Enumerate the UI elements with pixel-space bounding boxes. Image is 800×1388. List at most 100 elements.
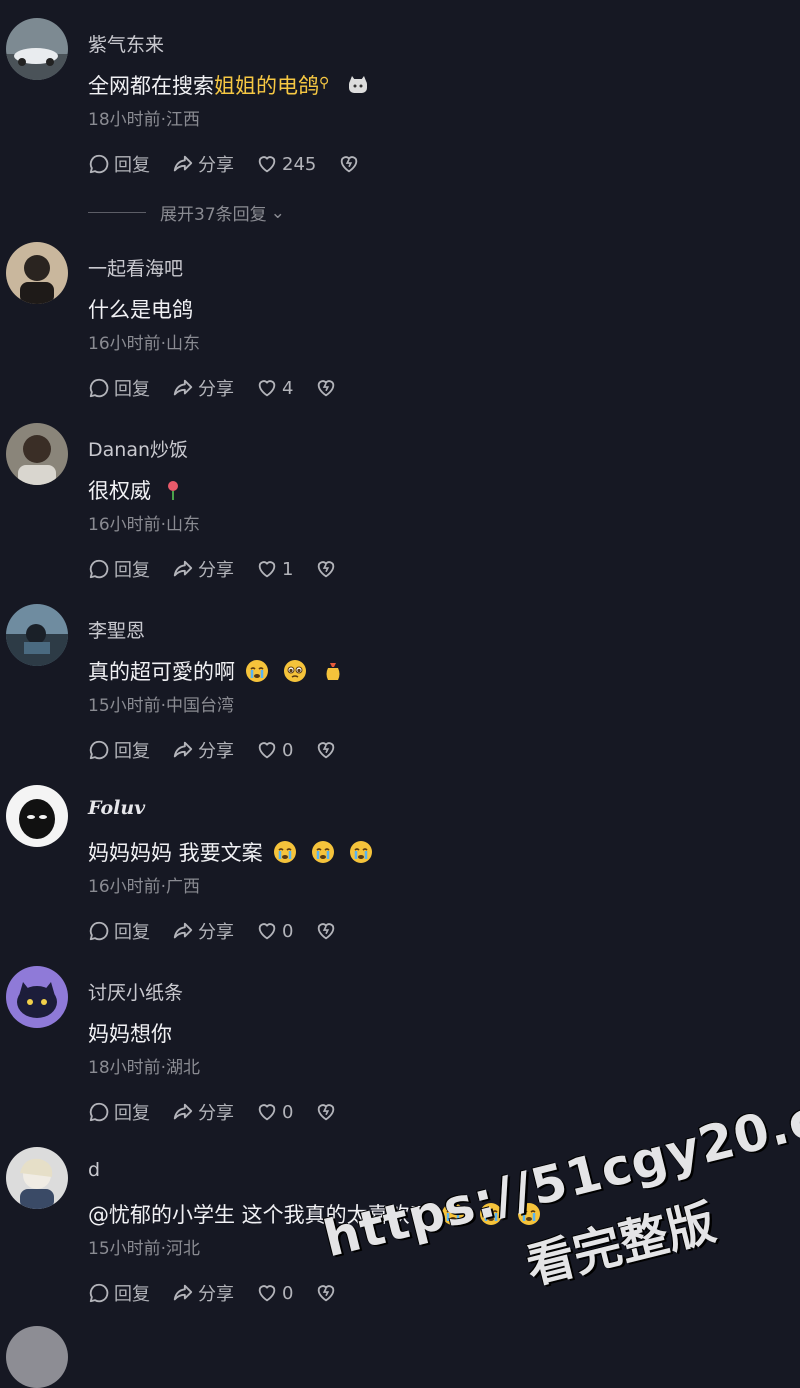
share-button[interactable]: 分享 bbox=[172, 1280, 234, 1306]
like-button[interactable]: 1 bbox=[256, 558, 293, 580]
avatar[interactable] bbox=[6, 966, 68, 1028]
reply-button[interactable]: 回复 bbox=[88, 556, 150, 582]
crying-emoji-icon bbox=[479, 1202, 503, 1226]
share-icon bbox=[172, 377, 194, 399]
comment-meta: 16小时前·山东 bbox=[88, 334, 201, 354]
comment-text: 妈妈想你 bbox=[88, 1022, 172, 1046]
share-icon bbox=[172, 920, 194, 942]
reply-icon bbox=[88, 739, 110, 761]
comment-actions: 回复 分享 1 bbox=[88, 556, 359, 582]
dislike-button[interactable] bbox=[315, 1282, 337, 1304]
broken-heart-icon bbox=[315, 1101, 337, 1123]
broken-heart-icon bbox=[315, 920, 337, 942]
username[interactable]: Foluv bbox=[88, 797, 145, 819]
rose-emoji-icon bbox=[161, 478, 185, 502]
comment-text: 很权威 bbox=[88, 475, 185, 505]
reply-button[interactable]: 回复 bbox=[88, 375, 150, 401]
comment-text: 妈妈妈妈 我要文案 bbox=[88, 837, 373, 867]
username[interactable]: 紫气东来 bbox=[88, 30, 164, 57]
watermark-caption: 看完整版 bbox=[520, 1194, 721, 1296]
broken-heart-icon bbox=[315, 739, 337, 761]
search-icon[interactable]: ⚲ bbox=[319, 75, 329, 91]
share-icon bbox=[172, 558, 194, 580]
dislike-button[interactable] bbox=[315, 920, 337, 942]
broken-heart-icon bbox=[315, 1282, 337, 1304]
expand-replies[interactable]: 展开37条回复 ⌄ bbox=[88, 200, 285, 225]
reply-button[interactable]: 回复 bbox=[88, 1280, 150, 1306]
crying-emoji-icon bbox=[311, 840, 335, 864]
heart-icon bbox=[256, 1282, 278, 1304]
comment-actions: 回复 分享 4 bbox=[88, 375, 359, 401]
comment-actions: 回复 分享 245 bbox=[88, 151, 382, 177]
avatar[interactable] bbox=[6, 423, 68, 485]
share-icon bbox=[172, 1101, 194, 1123]
broken-heart-icon bbox=[338, 153, 360, 175]
crying-emoji-icon bbox=[517, 1202, 541, 1226]
username[interactable]: 李聖恩 bbox=[88, 616, 145, 643]
like-button[interactable]: 0 bbox=[256, 1101, 293, 1123]
comment-actions: 回复 分享 0 bbox=[88, 1099, 359, 1125]
reply-icon bbox=[88, 920, 110, 942]
heart-icon bbox=[256, 558, 278, 580]
crying-emoji-icon bbox=[273, 840, 297, 864]
reply-icon bbox=[88, 377, 110, 399]
reply-button[interactable]: 回复 bbox=[88, 918, 150, 944]
reply-button[interactable]: 回复 bbox=[88, 151, 150, 177]
share-button[interactable]: 分享 bbox=[172, 918, 234, 944]
broken-heart-icon bbox=[315, 377, 337, 399]
like-button[interactable]: 245 bbox=[256, 153, 316, 175]
like-button[interactable]: 4 bbox=[256, 377, 293, 399]
comment-actions: 回复 分享 0 bbox=[88, 1280, 359, 1306]
reply-icon bbox=[88, 1101, 110, 1123]
dislike-button[interactable] bbox=[315, 558, 337, 580]
reply-icon bbox=[88, 153, 110, 175]
comment-text: 真的超可愛的啊 bbox=[88, 656, 345, 686]
comment-meta: 16小时前·山东 bbox=[88, 515, 201, 535]
heart-icon bbox=[256, 377, 278, 399]
avatar[interactable] bbox=[6, 1326, 68, 1388]
avatar[interactable] bbox=[6, 785, 68, 847]
share-icon bbox=[172, 739, 194, 761]
watermark-url: https://51cgy20.com bbox=[317, 1067, 800, 1269]
like-button[interactable]: 0 bbox=[256, 920, 293, 942]
comment-meta: 15小时前·中国台湾 bbox=[88, 696, 235, 716]
comment-meta: 16小时前·广西 bbox=[88, 877, 201, 897]
pleading-emoji-icon bbox=[283, 659, 307, 683]
divider bbox=[88, 212, 146, 213]
search-link[interactable]: 姐姐的电鸽 bbox=[214, 74, 319, 98]
username[interactable]: d bbox=[88, 1159, 100, 1181]
reply-button[interactable]: 回复 bbox=[88, 1099, 150, 1125]
crying-emoji-icon bbox=[441, 1202, 465, 1226]
share-icon bbox=[172, 153, 194, 175]
avatar[interactable] bbox=[6, 1147, 68, 1209]
avatar[interactable] bbox=[6, 242, 68, 304]
dislike-button[interactable] bbox=[315, 1101, 337, 1123]
like-button[interactable]: 0 bbox=[256, 739, 293, 761]
share-button[interactable]: 分享 bbox=[172, 737, 234, 763]
share-button[interactable]: 分享 bbox=[172, 151, 234, 177]
reply-icon bbox=[88, 1282, 110, 1304]
reply-button[interactable]: 回复 bbox=[88, 737, 150, 763]
broken-heart-icon bbox=[315, 558, 337, 580]
like-button[interactable]: 0 bbox=[256, 1282, 293, 1304]
share-icon bbox=[172, 1282, 194, 1304]
heart-icon bbox=[256, 920, 278, 942]
share-button[interactable]: 分享 bbox=[172, 1099, 234, 1125]
username[interactable]: Danan炒饭 bbox=[88, 435, 188, 462]
share-button[interactable]: 分享 bbox=[172, 375, 234, 401]
reply-icon bbox=[88, 558, 110, 580]
heart-icon bbox=[256, 739, 278, 761]
comment-actions: 回复 分享 0 bbox=[88, 737, 359, 763]
share-button[interactable]: 分享 bbox=[172, 556, 234, 582]
money-bag-emoji-icon bbox=[321, 659, 345, 683]
username[interactable]: 一起看海吧 bbox=[88, 254, 183, 281]
dislike-button[interactable] bbox=[315, 739, 337, 761]
comment-text: 全网都在搜索姐姐的电鸽⚲ bbox=[88, 70, 370, 100]
avatar[interactable] bbox=[6, 604, 68, 666]
dislike-button[interactable] bbox=[338, 153, 360, 175]
comment-meta: 15小时前·河北 bbox=[88, 1239, 201, 1259]
comment-meta: 18小时前·江西 bbox=[88, 110, 201, 130]
username[interactable]: 讨厌小纸条 bbox=[88, 978, 183, 1005]
avatar[interactable] bbox=[6, 18, 68, 80]
dislike-button[interactable] bbox=[315, 377, 337, 399]
